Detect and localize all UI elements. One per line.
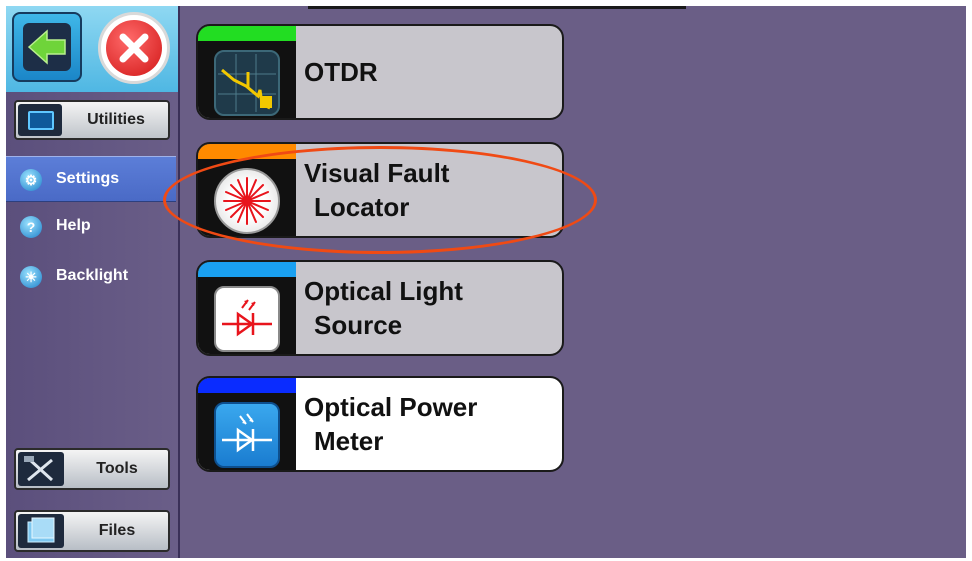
optical-light-source-label: Optical Light Source xyxy=(304,262,554,354)
back-button[interactable] xyxy=(12,12,82,82)
label-line-1: Visual Fault xyxy=(304,158,450,188)
backlight-icon: ☀ xyxy=(20,266,42,288)
files-button[interactable]: Files xyxy=(14,510,170,552)
tools-label: Tools xyxy=(96,460,138,477)
laser-burst-icon xyxy=(214,168,280,234)
close-button[interactable] xyxy=(98,12,170,84)
label-line-2: Locator xyxy=(314,192,410,222)
visual-fault-locator-button[interactable]: Visual Fault Locator xyxy=(196,142,564,238)
tools-icon xyxy=(18,452,64,486)
visual-fault-locator-label: Visual Fault Locator xyxy=(304,144,554,236)
label-line-1: OTDR xyxy=(304,57,378,87)
settings-icon: ⚙ xyxy=(20,169,42,191)
sidebar: Utilities ⚙ Settings ? Help ☀ Backlight … xyxy=(6,6,180,558)
sidebar-item-label: Help xyxy=(56,217,91,234)
power-meter-diode-icon xyxy=(214,402,280,468)
sidebar-item-settings[interactable]: ⚙ Settings xyxy=(6,156,176,202)
sidebar-item-backlight[interactable]: ☀ Backlight xyxy=(6,254,176,298)
color-bar xyxy=(198,378,296,393)
help-icon: ? xyxy=(20,216,42,238)
label-line-2: Source xyxy=(314,310,403,340)
folder-icon xyxy=(18,514,64,548)
utilities-label: Utilities xyxy=(87,111,145,128)
back-arrow-icon xyxy=(23,23,71,71)
tools-button[interactable]: Tools xyxy=(14,448,170,490)
sidebar-item-help[interactable]: ? Help xyxy=(6,204,176,248)
label-line-1: Optical Light xyxy=(304,276,463,306)
otdr-label: OTDR xyxy=(304,26,554,118)
sidebar-item-label: Settings xyxy=(56,170,120,187)
optical-light-source-button[interactable]: Optical Light Source xyxy=(196,260,564,356)
monitor-icon xyxy=(18,104,62,136)
utilities-button[interactable]: Utilities xyxy=(14,100,170,140)
top-strip xyxy=(308,6,686,9)
optical-power-meter-label: Optical Power Meter xyxy=(304,378,554,470)
label-line-1: Optical Power xyxy=(304,392,478,422)
optical-power-meter-button[interactable]: Optical Power Meter xyxy=(196,376,564,472)
label-line-2: Meter xyxy=(314,426,384,456)
screen: Utilities ⚙ Settings ? Help ☀ Backlight … xyxy=(6,6,966,558)
light-source-diode-icon xyxy=(214,286,280,352)
sidebar-item-label: Backlight xyxy=(56,267,129,284)
color-bar xyxy=(198,144,296,159)
color-bar xyxy=(198,26,296,41)
otdr-trace-icon xyxy=(214,50,280,116)
color-bar xyxy=(198,262,296,277)
top-button-area xyxy=(6,6,178,92)
close-icon xyxy=(106,20,162,76)
otdr-button[interactable]: OTDR xyxy=(196,24,564,120)
files-label: Files xyxy=(98,522,136,539)
